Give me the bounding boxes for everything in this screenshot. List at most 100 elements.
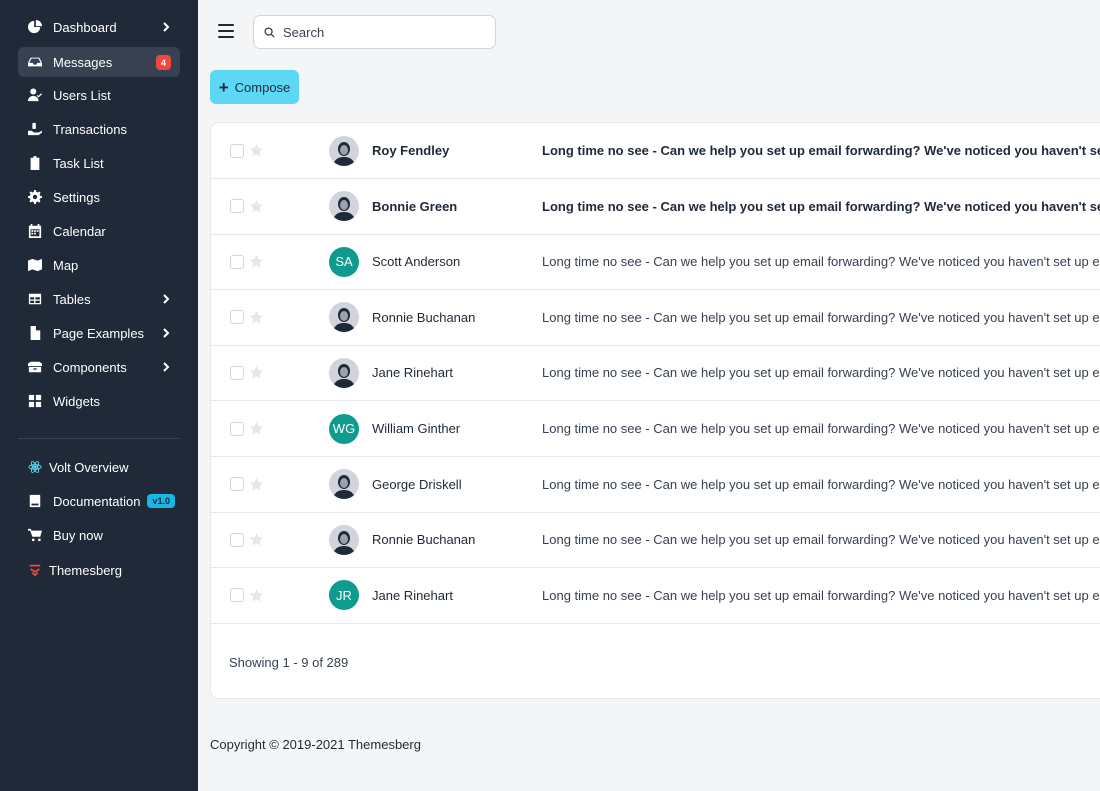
clipboard-icon [27, 156, 42, 171]
sidebar-item-label: Transactions [53, 121, 127, 137]
sidebar-item-map[interactable]: Map [18, 250, 180, 280]
avatar-initials: JR [329, 580, 359, 611]
sender-name[interactable]: George Driskell [372, 477, 462, 492]
cash-hand-icon [27, 122, 42, 137]
avatar [329, 191, 359, 222]
message-row[interactable]: Jane Rinehart Long time no see - Can we h… [211, 345, 1100, 402]
document-icon [27, 326, 42, 341]
themesberg-logo-icon [27, 563, 42, 578]
select-checkbox[interactable] [230, 421, 244, 436]
message-preview[interactable]: Long time no see - Can we help you set u… [542, 477, 1100, 492]
sender-name[interactable]: Bonnie Green [372, 199, 457, 214]
avatar [329, 135, 359, 166]
message-preview[interactable]: Long time no see - Can we help you set u… [542, 532, 1100, 547]
sidebar-divider [18, 438, 180, 439]
message-row[interactable]: JR Jane Rinehart Long time no see - Can we… [211, 568, 1100, 624]
select-checkbox[interactable] [230, 254, 244, 269]
select-checkbox[interactable] [230, 477, 244, 492]
sidebar-item-messages[interactable]: Messages 4 [18, 47, 180, 77]
search-input[interactable] [283, 24, 483, 40]
select-checkbox[interactable] [230, 310, 244, 325]
select-checkbox[interactable] [230, 588, 244, 603]
message-row[interactable]: Bonnie Green Long time no see - Can we he… [211, 179, 1100, 235]
star-icon[interactable] [249, 143, 264, 158]
react-icon [27, 460, 42, 475]
message-row[interactable]: SA Scott Anderson Long time no see - Can w… [211, 234, 1100, 291]
message-row[interactable]: Ronnie Buchanan Long time no see - Can we… [211, 512, 1100, 569]
avatar [329, 357, 359, 388]
message-preview[interactable]: Long time no see - Can we help you set u… [542, 254, 1100, 269]
cart-icon [27, 528, 42, 543]
star-icon[interactable] [249, 365, 264, 380]
select-checkbox[interactable] [230, 199, 244, 214]
star-icon[interactable] [249, 310, 264, 325]
sidebar-item-widgets[interactable]: Widgets [18, 386, 180, 416]
chevron-right-icon [160, 21, 172, 33]
message-row[interactable]: George Driskell Long time no see - Can we… [211, 457, 1100, 513]
message-preview[interactable]: Long time no see - Can we help you set u… [542, 143, 1100, 158]
select-checkbox[interactable] [230, 365, 244, 380]
sidebar-item-label: Components [53, 359, 127, 375]
avatar [329, 469, 359, 500]
avatar [329, 302, 359, 333]
sidebar-item-themesberg[interactable]: Themesberg [18, 555, 180, 585]
unread-count-badge: 4 [156, 55, 171, 70]
sidebar-item-page-examples[interactable]: Page Examples [18, 318, 180, 348]
menu-toggle-icon[interactable] [218, 24, 234, 38]
chevron-right-icon [160, 293, 172, 305]
sender-name[interactable]: Jane Rinehart [372, 588, 453, 603]
select-checkbox[interactable] [230, 143, 244, 158]
message-preview[interactable]: Long time no see - Can we help you set u… [542, 365, 1100, 380]
footer-copyright: Copyright © 2019-2021 Themesberg [210, 737, 421, 752]
sidebar-item-dashboard[interactable]: Dashboard [18, 12, 180, 42]
pie-chart-icon [27, 20, 42, 35]
user-check-icon [27, 88, 42, 103]
compose-button[interactable]: + Compose [210, 70, 299, 104]
sidebar-item-transactions[interactable]: Transactions [18, 114, 180, 144]
sender-name[interactable]: William Ginther [372, 421, 460, 436]
sender-name[interactable]: Ronnie Buchanan [372, 310, 475, 325]
sidebar-item-documentation[interactable]: Documentation v1.0 [18, 486, 180, 516]
sidebar-item-calendar[interactable]: Calendar [18, 216, 180, 246]
star-icon[interactable] [249, 199, 264, 214]
map-icon [27, 258, 42, 273]
star-icon[interactable] [249, 254, 264, 269]
message-preview[interactable]: Long time no see - Can we help you set u… [542, 310, 1100, 325]
sidebar: Dashboard Messages 4 Users List Transact… [0, 0, 198, 791]
sidebar-item-label: Tables [53, 291, 91, 307]
sender-name[interactable]: Scott Anderson [372, 254, 460, 269]
sidebar-item-label: Page Examples [53, 325, 145, 341]
sidebar-item-label: Map [53, 257, 79, 273]
sidebar-item-volt-overview[interactable]: Volt Overview [18, 452, 180, 482]
sidebar-item-label: Volt Overview [49, 459, 129, 475]
message-preview[interactable]: Long time no see - Can we help you set u… [542, 421, 1100, 436]
sidebar-item-buy-now[interactable]: Buy now [18, 520, 180, 550]
inbox-icon [27, 55, 42, 70]
sidebar-item-settings[interactable]: Settings [18, 182, 180, 212]
search-box [253, 15, 496, 49]
sender-name[interactable]: Jane Rinehart [372, 365, 453, 380]
star-icon[interactable] [249, 477, 264, 492]
sidebar-item-tables[interactable]: Tables [18, 284, 180, 314]
sidebar-item-label: Settings [53, 189, 100, 205]
star-icon[interactable] [249, 532, 264, 547]
sidebar-item-label: Themesberg [49, 562, 122, 578]
sender-name[interactable]: Roy Fendley [372, 143, 449, 158]
sidebar-item-components[interactable]: Components [18, 352, 180, 382]
message-row[interactable]: Ronnie Buchanan Long time no see - Can we… [211, 290, 1100, 346]
star-icon[interactable] [249, 588, 264, 603]
sidebar-item-users-list[interactable]: Users List [18, 80, 180, 110]
message-preview[interactable]: Long time no see - Can we help you set u… [542, 199, 1100, 214]
message-row[interactable]: Roy Fendley Long time no see - Can we hel… [211, 123, 1100, 179]
calendar-icon [27, 224, 42, 239]
plus-icon: + [218, 77, 229, 97]
star-icon[interactable] [249, 421, 264, 436]
sender-name[interactable]: Ronnie Buchanan [372, 532, 475, 547]
chevron-right-icon [160, 361, 172, 373]
pagination-summary: Showing 1 - 9 of 289 [229, 655, 349, 670]
sidebar-item-task-list[interactable]: Task List [18, 148, 180, 178]
sidebar-item-label: Documentation [53, 493, 141, 509]
message-preview[interactable]: Long time no see - Can we help you set u… [542, 588, 1100, 603]
message-row[interactable]: WG William Ginther Long time no see - Can … [211, 401, 1100, 457]
select-checkbox[interactable] [230, 532, 244, 547]
